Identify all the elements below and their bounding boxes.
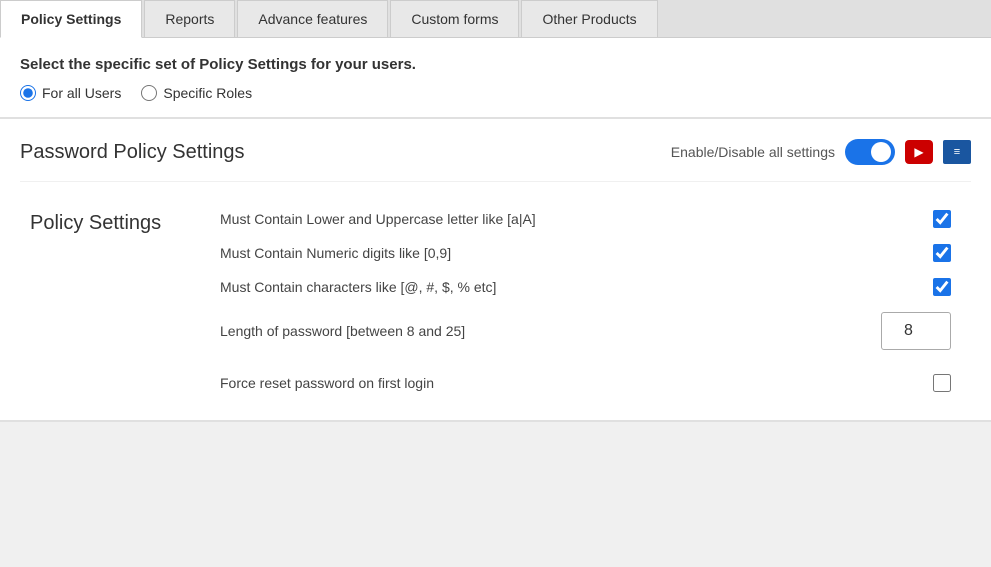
toggle-slider (845, 139, 895, 165)
row-force-reset-control (933, 374, 951, 392)
tab-reports[interactable]: Reports (144, 0, 235, 37)
radio-specific-roles-label: Specific Roles (163, 85, 252, 101)
tab-policy-settings[interactable]: Policy Settings (0, 0, 142, 38)
select-heading: Select the specific set of Policy Settin… (20, 56, 971, 73)
policy-body: Policy Settings Must Contain Lower and U… (20, 182, 971, 420)
row-lowercase-uppercase-control (933, 210, 951, 228)
row-lowercase-uppercase: Must Contain Lower and Uppercase letter … (220, 202, 951, 236)
tab-custom-forms[interactable]: Custom forms (390, 0, 519, 37)
row-special-chars-control (933, 278, 951, 296)
enable-toggle[interactable] (845, 139, 895, 165)
policy-left: Policy Settings (20, 202, 220, 400)
radio-all-users[interactable]: For all Users (20, 85, 121, 101)
radio-specific-roles[interactable]: Specific Roles (141, 85, 252, 101)
radio-all-users-label: For all Users (42, 85, 121, 101)
row-numeric-digits-control (933, 244, 951, 262)
tab-bar: Policy Settings Reports Advance features… (0, 0, 991, 38)
policy-header: Password Policy Settings Enable/Disable … (20, 139, 971, 182)
row-lowercase-uppercase-text: Must Contain Lower and Uppercase letter … (220, 211, 536, 227)
policy-section: Password Policy Settings Enable/Disable … (0, 119, 991, 420)
youtube-button[interactable]: ▶ (905, 140, 933, 164)
row-special-chars: Must Contain characters like [@, #, $, %… (220, 270, 951, 304)
row-password-length: Length of password [between 8 and 25] (220, 304, 951, 358)
row-force-reset: Force reset password on first login (220, 366, 951, 400)
select-section: Select the specific set of Policy Settin… (0, 38, 991, 119)
header-right: Enable/Disable all settings ▶ ≡ (671, 139, 971, 165)
row-password-length-text: Length of password [between 8 and 25] (220, 323, 465, 339)
row-numeric-digits-text: Must Contain Numeric digits like [0,9] (220, 245, 451, 261)
checkbox-force-reset[interactable] (933, 374, 951, 392)
radio-specific-roles-input[interactable] (141, 85, 157, 101)
tab-advance-features[interactable]: Advance features (237, 0, 388, 37)
checkbox-lowercase-uppercase[interactable] (933, 210, 951, 228)
checkbox-special-chars[interactable] (933, 278, 951, 296)
bottom-divider (0, 420, 991, 422)
policy-right: Must Contain Lower and Uppercase letter … (220, 202, 971, 400)
doc-button[interactable]: ≡ (943, 140, 971, 164)
radio-all-users-input[interactable] (20, 85, 36, 101)
checkbox-numeric-digits[interactable] (933, 244, 951, 262)
enable-label: Enable/Disable all settings (671, 144, 835, 160)
row-password-length-control (881, 312, 951, 350)
row-force-reset-text: Force reset password on first login (220, 375, 434, 391)
policy-left-label: Policy Settings (30, 212, 161, 235)
tab-other-products[interactable]: Other Products (521, 0, 657, 37)
policy-title: Password Policy Settings (20, 141, 245, 164)
password-length-input[interactable] (881, 312, 951, 350)
main-content: Select the specific set of Policy Settin… (0, 38, 991, 422)
row-special-chars-text: Must Contain characters like [@, #, $, %… (220, 279, 496, 295)
radio-group: For all Users Specific Roles (20, 85, 971, 101)
row-numeric-digits: Must Contain Numeric digits like [0,9] (220, 236, 951, 270)
